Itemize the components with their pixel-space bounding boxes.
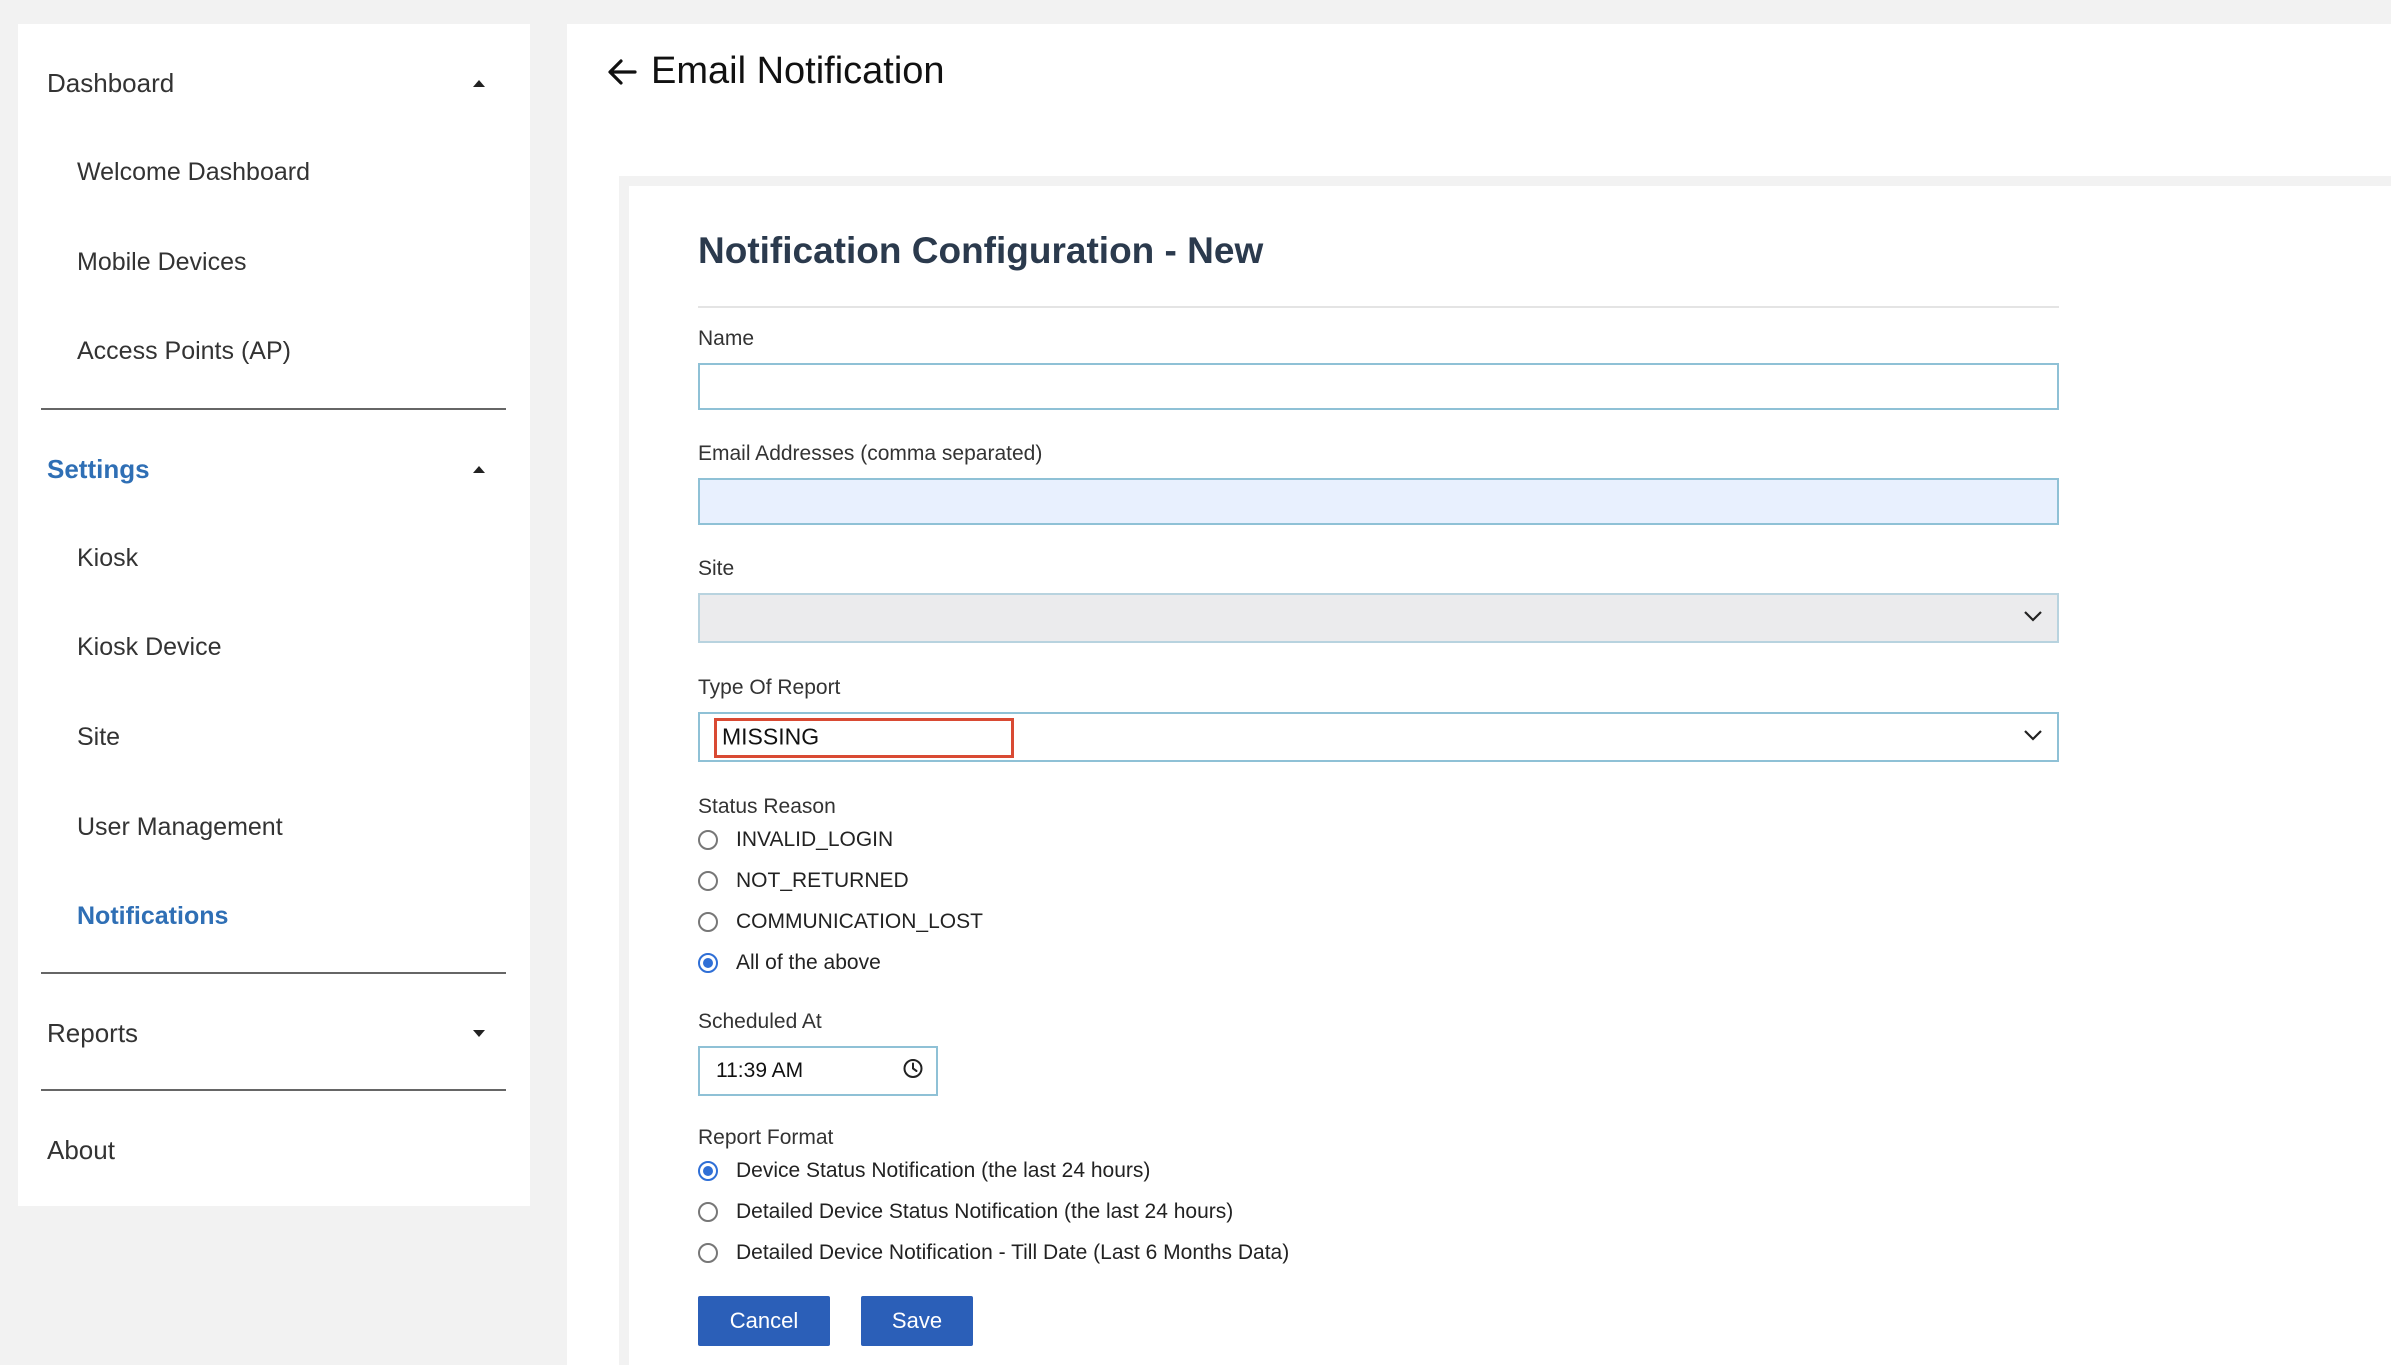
email-input[interactable]	[698, 478, 2059, 525]
caret-up-icon	[473, 80, 485, 87]
email-label: Email Addresses (comma separated)	[698, 442, 1043, 465]
title-divider	[698, 306, 2059, 308]
scheduled-time-value: 11:39 AM	[716, 1059, 804, 1082]
radio-button[interactable]	[698, 953, 718, 973]
sidebar-section-about[interactable]: About	[47, 1135, 115, 1166]
caret-down-icon	[473, 1030, 485, 1037]
clock-icon[interactable]	[902, 1058, 924, 1085]
radio-label: All of the above	[736, 951, 881, 974]
radio-label: Detailed Device Status Notification (the…	[736, 1200, 1234, 1223]
sidebar-item-welcome-dashboard[interactable]: Welcome Dashboard	[77, 158, 310, 187]
sidebar-item-notifications[interactable]: Notifications	[77, 902, 228, 931]
status-option-all[interactable]: All of the above	[698, 951, 881, 975]
radio-button[interactable]	[698, 871, 718, 891]
site-label: Site	[698, 557, 735, 580]
report-type-value: MISSING	[722, 723, 820, 750]
radio-button[interactable]	[698, 1202, 718, 1222]
radio-button[interactable]	[698, 912, 718, 932]
save-button[interactable]: Save	[861, 1296, 973, 1346]
notification-form: Notification Configuration - New Name Em…	[619, 176, 2391, 1365]
radio-label: NOT_RETURNED	[736, 869, 909, 892]
report-type-select[interactable]: MISSING	[698, 712, 2059, 762]
radio-label: Device Status Notification (the last 24 …	[736, 1159, 1151, 1182]
scheduled-label: Scheduled At	[698, 1010, 822, 1033]
format-option-detailed-till-date[interactable]: Detailed Device Notification - Till Date…	[698, 1241, 1289, 1265]
radio-label: Detailed Device Notification - Till Date…	[736, 1241, 1290, 1264]
sidebar-section-dashboard[interactable]: Dashboard	[47, 68, 505, 99]
sidebar: Dashboard Welcome Dashboard Mobile Devic…	[18, 24, 530, 1206]
status-option-invalid-login[interactable]: INVALID_LOGIN	[698, 828, 893, 852]
site-select[interactable]	[698, 593, 2059, 643]
sidebar-section-reports[interactable]: Reports	[47, 1018, 505, 1049]
sidebar-section-label: Settings	[47, 454, 150, 484]
sidebar-section-label: About	[47, 1135, 115, 1165]
sidebar-item-kiosk-device[interactable]: Kiosk Device	[77, 633, 222, 662]
sidebar-section-label: Dashboard	[47, 68, 175, 98]
radio-button[interactable]	[698, 1243, 718, 1263]
back-arrow-icon[interactable]	[607, 58, 637, 86]
sidebar-item-mobile-devices[interactable]: Mobile Devices	[77, 248, 247, 277]
radio-button[interactable]	[698, 1161, 718, 1181]
sidebar-section-settings[interactable]: Settings	[47, 454, 505, 485]
sidebar-item-access-points[interactable]: Access Points (AP)	[77, 337, 291, 366]
sidebar-section-label: Reports	[47, 1018, 139, 1048]
form-title: Notification Configuration - New	[698, 230, 1264, 271]
status-option-communication-lost[interactable]: COMMUNICATION_LOST	[698, 910, 983, 934]
format-option-device-status[interactable]: Device Status Notification (the last 24 …	[698, 1159, 1150, 1183]
report-type-label: Type Of Report	[698, 676, 841, 699]
caret-up-icon	[473, 466, 485, 473]
name-input[interactable]	[698, 363, 2059, 410]
sidebar-divider	[41, 1089, 506, 1091]
radio-label: COMMUNICATION_LOST	[736, 910, 983, 933]
sidebar-item-site[interactable]: Site	[77, 723, 120, 752]
page-title: Email Notification	[651, 50, 945, 92]
name-label: Name	[698, 327, 755, 350]
sidebar-divider	[41, 972, 506, 974]
chevron-down-icon	[2023, 728, 2043, 746]
sidebar-divider	[41, 408, 506, 410]
page-header: Email Notification	[607, 50, 945, 93]
chevron-down-icon	[2023, 609, 2043, 627]
main-content: Email Notification Notification Configur…	[567, 24, 2391, 1365]
format-option-detailed-status[interactable]: Detailed Device Status Notification (the…	[698, 1200, 1233, 1224]
cancel-button[interactable]: Cancel	[698, 1296, 830, 1346]
status-reason-label: Status Reason	[698, 795, 836, 818]
status-option-not-returned[interactable]: NOT_RETURNED	[698, 869, 909, 893]
radio-label: INVALID_LOGIN	[736, 828, 894, 851]
radio-button[interactable]	[698, 830, 718, 850]
scheduled-time-input[interactable]: 11:39 AM	[698, 1046, 938, 1096]
sidebar-item-user-management[interactable]: User Management	[77, 813, 283, 842]
report-format-label: Report Format	[698, 1126, 834, 1149]
sidebar-item-kiosk[interactable]: Kiosk	[77, 544, 138, 573]
